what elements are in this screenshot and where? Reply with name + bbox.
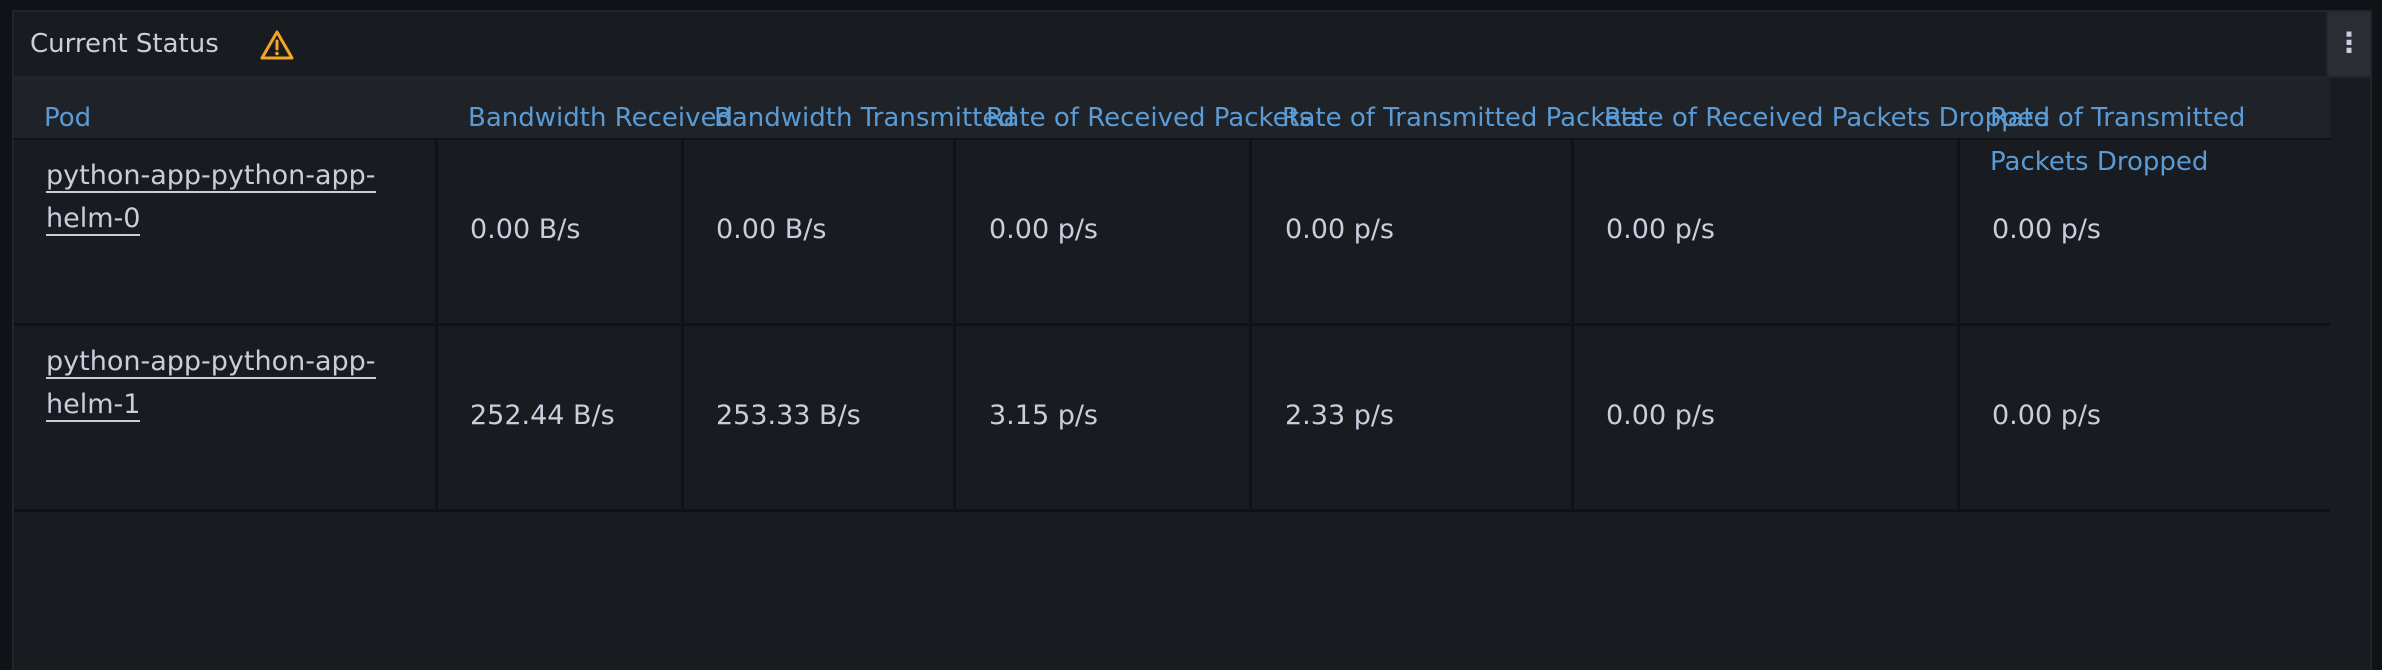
column-header-rate-received-packets[interactable]: Rate of Received Packets (986, 96, 1312, 140)
cell-tx-dropped: 0.00 p/s (1992, 214, 2102, 245)
column-header-bandwidth-received[interactable]: Bandwidth Received (468, 96, 733, 140)
cell-rx-packets: 3.15 p/s (989, 400, 1099, 431)
cell-bandwidth-received: 0.00 B/s (470, 214, 581, 245)
cell-bandwidth-transmitted: 253.33 B/s (716, 400, 861, 431)
cell-rx-packets: 0.00 p/s (989, 214, 1099, 245)
table-row: python-app-python-app-helm-1 252.44 B/s … (14, 326, 2330, 512)
cell-rx-dropped: 0.00 p/s (1606, 400, 1716, 431)
cell-tx-dropped: 0.00 p/s (1992, 400, 2102, 431)
pod-link[interactable]: python-app-python-app-helm-0 (46, 154, 406, 240)
panel-title: Current Status (30, 29, 219, 59)
warning-triangle-icon[interactable] (260, 30, 294, 60)
vertical-ellipsis-icon: ⋮ (2335, 25, 2363, 59)
panel-menu-button[interactable]: ⋮ (2326, 12, 2370, 76)
cell-bandwidth-transmitted: 0.00 B/s (716, 214, 827, 245)
table-row: python-app-python-app-helm-0 0.00 B/s 0.… (14, 140, 2330, 326)
column-header-bandwidth-transmitted[interactable]: Bandwidth Transmitted (714, 96, 1015, 140)
column-header-rate-received-dropped[interactable]: Rate of Received Packets Dropped (1604, 96, 2050, 140)
panel-header: Current Status ⋮ (14, 12, 2370, 78)
cell-rx-dropped: 0.00 p/s (1606, 214, 1716, 245)
column-header-rate-transmitted-packets[interactable]: Rate of Transmitted Packets (1282, 96, 1644, 140)
current-status-panel: Current Status ⋮ Pod Bandwidth Received … (12, 10, 2372, 670)
status-table: Pod Bandwidth Received Bandwidth Transmi… (14, 78, 2330, 518)
pod-link[interactable]: python-app-python-app-helm-1 (46, 340, 406, 426)
cell-tx-packets: 0.00 p/s (1285, 214, 1395, 245)
column-header-pod[interactable]: Pod (44, 96, 91, 140)
cell-bandwidth-received: 252.44 B/s (470, 400, 615, 431)
cell-tx-packets: 2.33 p/s (1285, 400, 1395, 431)
table-header-row: Pod Bandwidth Received Bandwidth Transmi… (14, 78, 2330, 177)
